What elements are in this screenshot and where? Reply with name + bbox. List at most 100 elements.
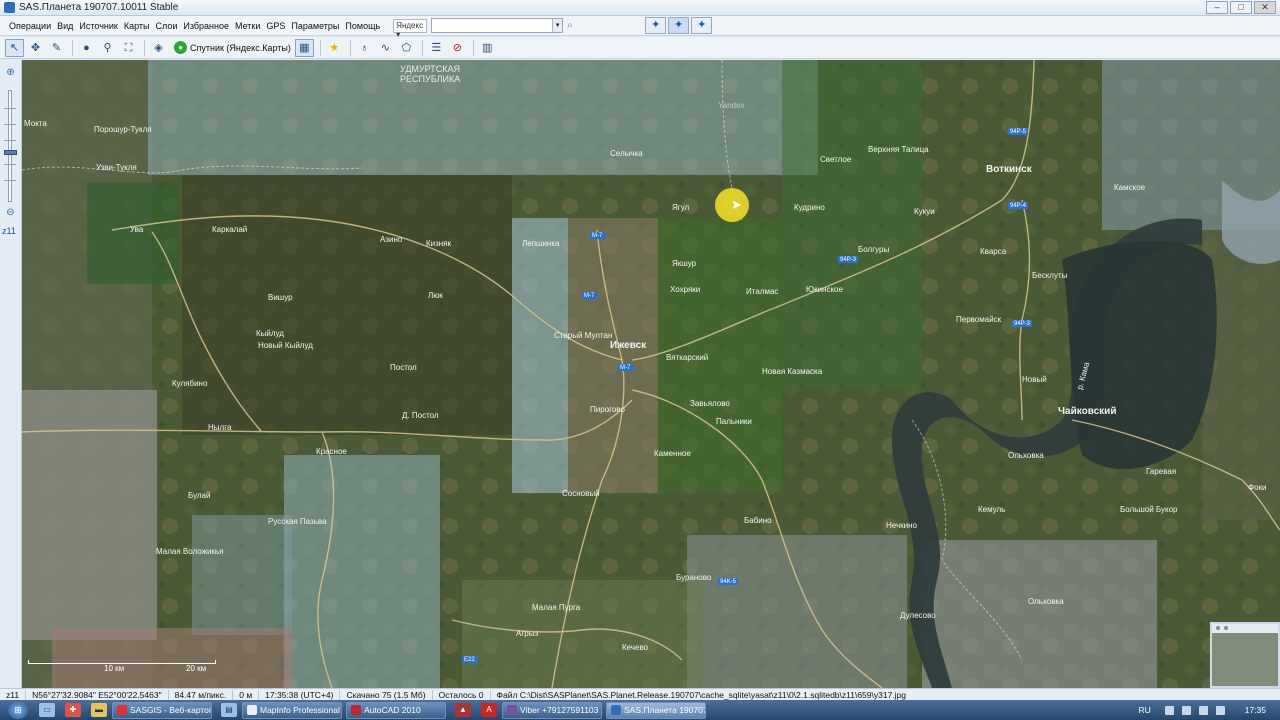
tray-app-icon[interactable] bbox=[1198, 705, 1208, 715]
autocad-icon bbox=[351, 705, 361, 715]
title-bar: SAS.Планета 190707.10011 Stable – □ ✕ bbox=[0, 0, 1280, 16]
menu-settings[interactable]: Параметры bbox=[288, 21, 342, 31]
search-dropdown-icon[interactable]: ▾ bbox=[552, 19, 563, 32]
favorites-star-icon[interactable]: ★ bbox=[325, 39, 344, 57]
search-provider-select[interactable]: Яндекс ▾ bbox=[393, 18, 428, 39]
zoom-slider-thumb[interactable] bbox=[4, 150, 17, 155]
road-sign-label: 94P-4 bbox=[1010, 203, 1027, 209]
village-label: Кудрино bbox=[794, 203, 825, 212]
select-pointer-icon[interactable]: ↖ bbox=[5, 38, 24, 57]
gps-center-icon[interactable]: ✦ bbox=[691, 17, 713, 34]
app-shortcut-icon[interactable]: ▤ bbox=[221, 703, 237, 717]
status-bar: z11 N56°27'32.9084" E52°00'22.5463" 84.4… bbox=[0, 688, 1280, 700]
maximize-button[interactable]: □ bbox=[1230, 0, 1252, 14]
village-label: Пальники bbox=[716, 417, 752, 426]
status-distance: 0 м bbox=[233, 689, 260, 700]
menu-favorites[interactable]: Избранное bbox=[180, 21, 232, 31]
path-tool-icon[interactable]: ∿ bbox=[376, 39, 395, 57]
village-label: Дулесово bbox=[900, 611, 936, 620]
menu-marks[interactable]: Метки bbox=[232, 21, 263, 31]
tray-battery-icon[interactable] bbox=[1215, 705, 1225, 715]
menu-gps[interactable]: GPS bbox=[263, 21, 288, 31]
placemark-icon[interactable]: ♁ bbox=[355, 39, 374, 57]
app-shortcut-icon[interactable]: ▲ bbox=[455, 703, 471, 717]
polygon-tool-icon[interactable]: ⬠ bbox=[397, 39, 416, 57]
menu-operations[interactable]: Операции bbox=[6, 21, 54, 31]
pdf-icon[interactable]: A bbox=[481, 703, 497, 717]
minimap[interactable] bbox=[1210, 622, 1280, 688]
village-label: Красное bbox=[316, 447, 347, 456]
grid-icon[interactable]: ▥ bbox=[478, 39, 497, 57]
status-remaining: Осталось 0 bbox=[433, 689, 491, 700]
search-input[interactable]: ▾ bbox=[431, 18, 564, 33]
scale-bar: 10 км 20 км bbox=[28, 660, 228, 674]
map-source-button[interactable]: ● Спутник (Яндекс.Карты) bbox=[174, 41, 291, 54]
tray-volume-icon[interactable] bbox=[1181, 705, 1191, 715]
taskbar-clock[interactable]: 17:35 bbox=[1245, 705, 1266, 715]
zoom-tool-icon[interactable]: ⚲ bbox=[98, 39, 117, 57]
fullscreen-icon[interactable]: ⛶ bbox=[119, 39, 138, 57]
menu-maps[interactable]: Карты bbox=[121, 21, 153, 31]
village-label: Люк bbox=[428, 291, 443, 300]
minimap-zoom-in-icon[interactable] bbox=[1224, 626, 1228, 630]
menu-bar: Операции Вид Источник Карты Слои Избранн… bbox=[0, 16, 1280, 39]
zoom-tick bbox=[4, 108, 16, 109]
village-label: Верхняя Талица bbox=[868, 145, 929, 154]
cursor-mode-icon[interactable]: ✦ bbox=[645, 17, 667, 34]
taskbar-button-autocad[interactable]: AutoCAD 2010 bbox=[346, 701, 446, 719]
taskbar-button-label: SASGIS - Веб-картог... bbox=[130, 705, 212, 715]
search-icon[interactable]: ⌕ bbox=[567, 20, 579, 32]
village-label: Селычка bbox=[610, 149, 643, 158]
menu-layers[interactable]: Слои bbox=[152, 21, 180, 31]
menu-help[interactable]: Помощь bbox=[342, 21, 383, 31]
language-indicator[interactable]: RU bbox=[1138, 705, 1150, 715]
menu-source[interactable]: Источник bbox=[76, 21, 120, 31]
ruler-icon[interactable]: ✎ bbox=[47, 39, 66, 57]
minimize-button[interactable]: – bbox=[1206, 0, 1228, 14]
taskbar-button-label: AutoCAD 2010 bbox=[364, 705, 421, 715]
zoom-out-icon[interactable]: ⊖ bbox=[4, 206, 17, 219]
gps-follow-icon[interactable]: ✦ bbox=[668, 17, 690, 34]
zoom-slider-track[interactable] bbox=[8, 90, 12, 202]
village-label: Камское bbox=[1114, 183, 1146, 192]
tray-network-icon[interactable] bbox=[1164, 705, 1174, 715]
village-label: Болгуры bbox=[858, 245, 889, 254]
close-button[interactable]: ✕ bbox=[1254, 0, 1276, 14]
folder-icon[interactable]: ▬ bbox=[91, 703, 107, 717]
map-view[interactable]: M-7 M-7 M-7 94P-3 94P-4 94P-5 94P-3 94K-… bbox=[22, 60, 1280, 688]
taskbar-button-sasplanet[interactable]: SAS.Планета 190707... bbox=[606, 701, 706, 719]
road-sign-label: E22 bbox=[464, 657, 475, 663]
main-toolbar: ↖ ✥ ✎ ● ⚲ ⛶ ◈ ● Спутник (Яндекс.Карты) ▦… bbox=[0, 37, 1280, 59]
minimap-zoom-out-icon[interactable] bbox=[1216, 626, 1220, 630]
village-label: Мокта bbox=[24, 119, 47, 128]
globe-icon[interactable]: ● bbox=[77, 39, 96, 57]
layer-overlay-icon[interactable]: ▦ bbox=[294, 38, 314, 57]
provider-watermark: Yandex bbox=[718, 101, 745, 110]
app-shortcut-icon[interactable]: ✚ bbox=[65, 703, 81, 717]
region-label: УДМУРТСКАЯ РЕСПУБЛИКА bbox=[400, 64, 462, 84]
search-provider-label: Яндекс bbox=[396, 20, 424, 30]
road-sign-label: 94P-3 bbox=[1014, 321, 1031, 327]
map-source-icon: ● bbox=[174, 41, 187, 54]
move-map-icon[interactable]: ✥ bbox=[26, 39, 45, 57]
explorer-icon[interactable]: ▭ bbox=[39, 703, 55, 717]
mouse-pointer-icon: ➤ bbox=[731, 197, 742, 212]
taskbar: ⊞ ▭ ✚ ▬ SASGIS - Веб-картог... ▤ MapInfo… bbox=[0, 700, 1280, 720]
marks-panel-icon[interactable]: ☰ bbox=[427, 39, 446, 57]
village-label: Бураново bbox=[676, 573, 712, 582]
hide-marks-icon[interactable]: ⊘ bbox=[448, 39, 467, 57]
village-label: Юкинское bbox=[806, 285, 844, 294]
city-label: Чайковский bbox=[1058, 406, 1116, 417]
village-label: Д. Постол bbox=[402, 411, 439, 420]
zoom-in-icon[interactable]: ⊕ bbox=[4, 66, 17, 79]
village-label: Кемуль bbox=[978, 505, 1005, 514]
village-label: Бесклуты bbox=[1032, 271, 1068, 280]
taskbar-button-mapinfo[interactable]: MapInfo Professional bbox=[242, 701, 342, 719]
start-button[interactable]: ⊞ bbox=[8, 701, 28, 719]
taskbar-button-viber[interactable]: Viber +79127591103 bbox=[502, 701, 602, 719]
taskbar-button-sasgis[interactable]: SASGIS - Веб-картог... bbox=[112, 701, 212, 719]
menu-view[interactable]: Вид bbox=[54, 21, 76, 31]
village-label: Бабино bbox=[744, 516, 772, 525]
mode-buttons: ✦ ✦ ✦ bbox=[645, 17, 714, 34]
layers-icon[interactable]: ◈ bbox=[149, 39, 168, 57]
